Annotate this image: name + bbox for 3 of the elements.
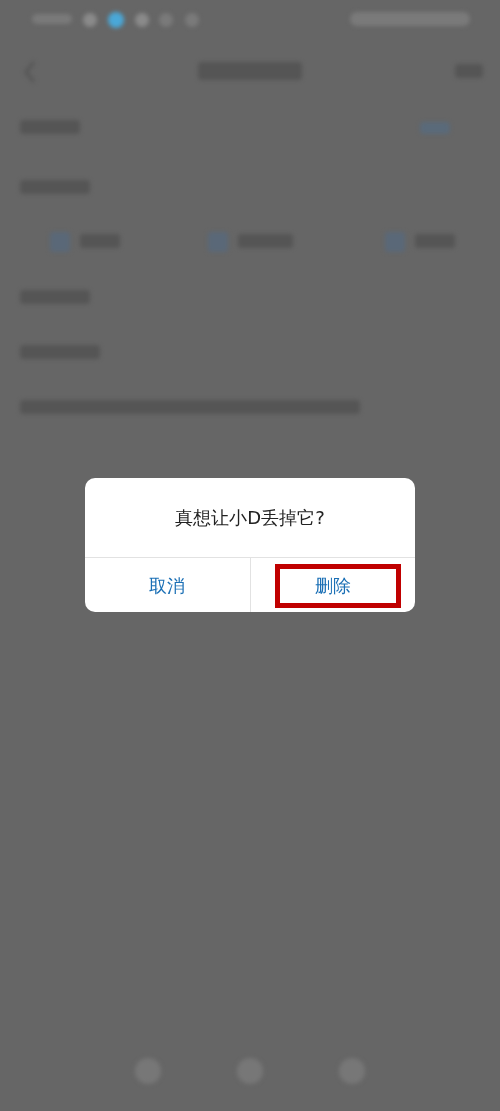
dialog-message: 真想让小D丢掉它? bbox=[175, 506, 325, 530]
dialog-button[interactable]: 取消 bbox=[85, 558, 250, 612]
dialog-button[interactable]: 删除 bbox=[250, 558, 415, 612]
